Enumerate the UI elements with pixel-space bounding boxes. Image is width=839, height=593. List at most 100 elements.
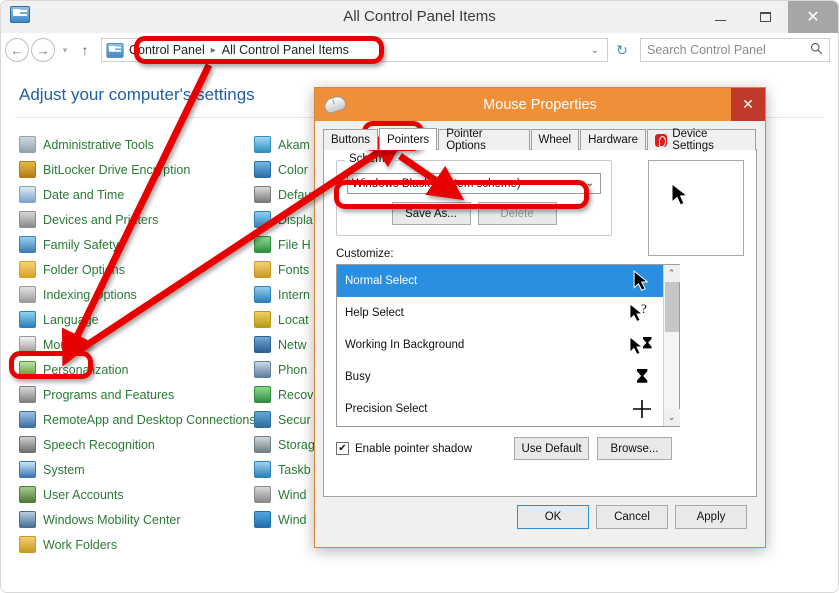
control-panel-item[interactable]: Windows Mobility Center: [19, 507, 254, 532]
tab-pointers[interactable]: Pointers: [379, 128, 438, 150]
mouse-icon: [322, 93, 348, 116]
color-management-icon: [254, 161, 271, 178]
file-history-icon: [254, 236, 271, 253]
tab-pointer-options[interactable]: Pointer Options: [438, 128, 530, 152]
remoteapp-icon: [19, 411, 36, 428]
control-panel-item-label: Folder Options: [43, 262, 125, 277]
cursor-list-item[interactable]: Help Select?: [337, 297, 663, 329]
scheme-combobox[interactable]: Windows Black (system scheme) ⌄: [347, 173, 601, 194]
dialog-close-button[interactable]: ✕: [731, 88, 765, 121]
tab-device-settings[interactable]: Device Settings: [646, 128, 756, 152]
cursor-listbox[interactable]: Normal Select Help Select? Working In Back…: [336, 264, 680, 427]
cursor-list-item[interactable]: Busy: [337, 361, 663, 393]
dialog-body: Buttons Pointers Pointer Options Wheel Hardw…: [315, 121, 765, 537]
control-panel-item[interactable]: Work Folders: [19, 532, 254, 557]
akamai-netsession-icon: [254, 136, 271, 153]
control-panel-item[interactable]: Speech Recognition: [19, 432, 254, 457]
display-icon: [254, 211, 271, 228]
tab-buttons[interactable]: Buttons: [323, 129, 378, 150]
control-panel-item[interactable]: Folder Options: [19, 257, 254, 282]
control-panel-item[interactable]: Date and Time: [19, 182, 254, 207]
busy-cursor: [637, 369, 648, 383]
control-panel-item-label: Intern: [278, 287, 310, 302]
cursor-list-item[interactable]: Precision Select: [337, 393, 663, 425]
storage-spaces-icon: [254, 436, 271, 453]
navigation-bar: ← → ▾ ↑ Control Panel ▸ All Control Pane…: [1, 33, 838, 67]
control-panel-item-label: Locat: [278, 312, 309, 327]
recent-locations-button[interactable]: ▾: [57, 45, 73, 56]
control-panel-item-label: System: [43, 462, 85, 477]
enable-pointer-shadow-checkbox[interactable]: ✔: [336, 442, 349, 455]
work-folders-icon: [19, 536, 36, 553]
cursor-list-item[interactable]: Working In Background: [337, 329, 663, 361]
screenshot-canvas: All Control Panel Items ✕ ← → ▾ ↑ Contro…: [0, 0, 839, 593]
cursor-list-item[interactable]: Normal Select: [337, 265, 663, 297]
fonts-icon: [254, 261, 271, 278]
tab-wheel[interactable]: Wheel: [530, 129, 580, 150]
control-panel-item-label: Work Folders: [43, 537, 118, 552]
control-panel-item-label: Administrative Tools: [43, 137, 154, 152]
control-panel-item[interactable]: Administrative Tools: [19, 132, 254, 157]
control-panel-item[interactable]: Mouse: [19, 332, 254, 357]
apply-button[interactable]: Apply: [675, 505, 747, 529]
administrative-tools-icon: [19, 136, 36, 153]
up-button[interactable]: ↑: [75, 42, 95, 58]
breadcrumb-all-items[interactable]: All Control Panel Items: [222, 43, 349, 57]
pointers-tab-pane: Scheme Windows Black (system scheme) ⌄ S…: [323, 149, 757, 497]
breadcrumb-control-panel[interactable]: Control Panel: [129, 43, 205, 57]
address-bar[interactable]: Control Panel ▸ All Control Panel Items …: [101, 38, 608, 62]
control-panel-item[interactable]: Devices and Printers: [19, 207, 254, 232]
control-panel-item[interactable]: System: [19, 457, 254, 482]
cancel-button[interactable]: Cancel: [596, 505, 668, 529]
browse-button[interactable]: Browse...: [597, 437, 672, 460]
cursor-list-scrollbar[interactable]: ⌃ ⌄: [663, 265, 680, 426]
scroll-up-button[interactable]: ⌃: [663, 265, 680, 282]
breadcrumb-separator-icon: ▸: [210, 44, 216, 56]
control-panel-item-label: Wind: [278, 487, 307, 502]
control-panel-item-label: Date and Time: [43, 187, 125, 202]
control-panel-item[interactable]: User Accounts: [19, 482, 254, 507]
address-dropdown-icon[interactable]: ⌄: [591, 45, 607, 56]
save-as-button[interactable]: Save As...: [391, 202, 471, 225]
forward-button[interactable]: →: [31, 38, 55, 62]
default-programs-icon: [254, 186, 271, 203]
control-panel-item[interactable]: RemoteApp and Desktop Connections: [19, 407, 256, 432]
ok-button[interactable]: OK: [517, 505, 589, 529]
mouse-properties-dialog: Mouse Properties ✕ Buttons Pointers Pointe…: [314, 87, 766, 548]
tab-label: Pointer Options: [446, 128, 486, 152]
chevron-down-icon[interactable]: ⌄: [586, 178, 596, 189]
back-button[interactable]: ←: [5, 38, 29, 62]
scrollbar-thumb[interactable]: [664, 282, 679, 332]
internet-options-icon: [254, 286, 271, 303]
search-box[interactable]: Search Control Panel: [640, 38, 830, 62]
control-panel-item[interactable]: Language: [19, 307, 254, 332]
close-button[interactable]: ✕: [788, 1, 838, 33]
control-panel-item-label: Color: [278, 162, 308, 177]
control-panel-item[interactable]: Family Safety: [19, 232, 254, 257]
control-panel-item-label: Fonts: [278, 262, 310, 277]
scroll-down-button[interactable]: ⌄: [663, 409, 680, 426]
control-panel-item-label: Windows Mobility Center: [43, 512, 181, 527]
maximize-button[interactable]: [743, 1, 788, 33]
dialog-titlebar: Mouse Properties ✕: [315, 88, 765, 121]
scheme-legend: Scheme: [345, 153, 396, 165]
tab-hardware[interactable]: Hardware: [580, 129, 646, 150]
control-panel-item[interactable]: BitLocker Drive Encryption: [19, 157, 254, 182]
cursor-preview-glyph: [629, 361, 655, 393]
cursor-preview-glyph: [629, 265, 655, 297]
system-icon: [19, 461, 36, 478]
tab-label: Device Settings: [672, 128, 714, 152]
control-panel-item[interactable]: Indexing Options: [19, 282, 254, 307]
minimize-button[interactable]: [698, 1, 743, 33]
control-panel-item-label: Language: [43, 312, 99, 327]
personalization-icon: [19, 361, 36, 378]
elan-device-icon: [654, 133, 668, 147]
use-default-button[interactable]: Use Default: [514, 437, 589, 460]
address-control-panel-icon: [105, 42, 125, 59]
control-panel-item-label: Storag: [278, 437, 315, 452]
control-panel-item[interactable]: Personalization: [19, 357, 254, 382]
control-panel-item[interactable]: Programs and Features: [19, 382, 254, 407]
control-panel-item-label: BitLocker Drive Encryption: [43, 162, 191, 177]
refresh-button[interactable]: ↻: [610, 42, 634, 59]
windows-defender-icon: [254, 486, 271, 503]
